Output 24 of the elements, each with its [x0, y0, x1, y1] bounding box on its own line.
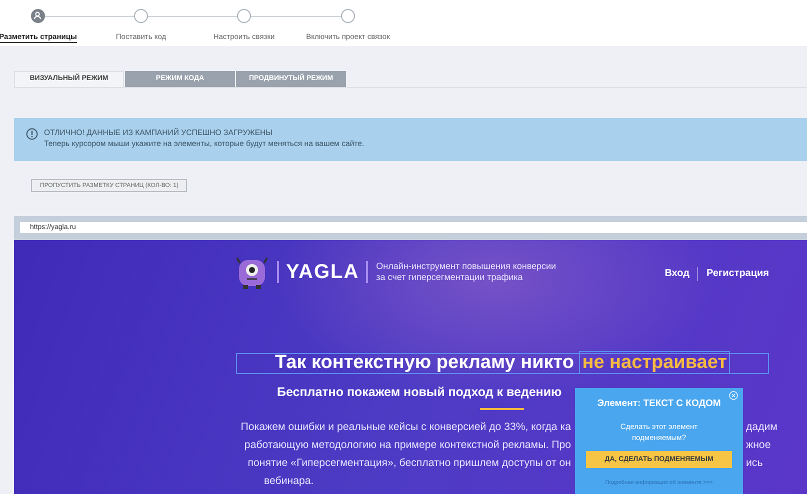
- paragraph-text: вебинара.: [264, 474, 314, 489]
- info-icon: [26, 128, 38, 140]
- paragraph-text: жное: [746, 438, 771, 453]
- paragraph-text: Покажем ошибки и реальные кейсы с конверсией до 33%, когда ка: [240, 420, 571, 435]
- step-user-icon[interactable]: [31, 9, 45, 23]
- step-circle-icon[interactable]: [341, 9, 355, 23]
- step-circle-icon[interactable]: [134, 9, 148, 23]
- nav-link[interactable]: Вход: [664, 266, 690, 281]
- tagline: Онлайн-инструмент повышения конверсии: [376, 261, 556, 272]
- tagline: за счет гиперсегментации трафика: [376, 272, 524, 283]
- paragraph-text: ись: [746, 456, 763, 471]
- popup-title: Элемент: ТЕКСТ С КОДОМ: [596, 397, 722, 411]
- monster-logo-icon: [235, 255, 269, 289]
- paragraph-text: работающую методологию на примере контекстной рекламы. Про: [244, 438, 571, 453]
- paragraph-text: понятие «Гиперсегментация», бесплатно пришлем доступы от он: [248, 456, 571, 471]
- logo-text: YAGLA: [277, 261, 368, 283]
- close-icon[interactable]: [729, 391, 738, 400]
- heading-highlight: не настраивает: [579, 351, 730, 374]
- accent-divider: [480, 408, 524, 410]
- nav-link[interactable]: Регистрация: [706, 266, 769, 281]
- paragraph-text: дадим: [746, 420, 778, 435]
- step-circle-icon[interactable]: [237, 9, 251, 23]
- heading: Так контекстную рекламу никто не настраивает: [236, 353, 769, 374]
- subheading: Бесплатно покажем новый подход к ведению: [277, 384, 562, 401]
